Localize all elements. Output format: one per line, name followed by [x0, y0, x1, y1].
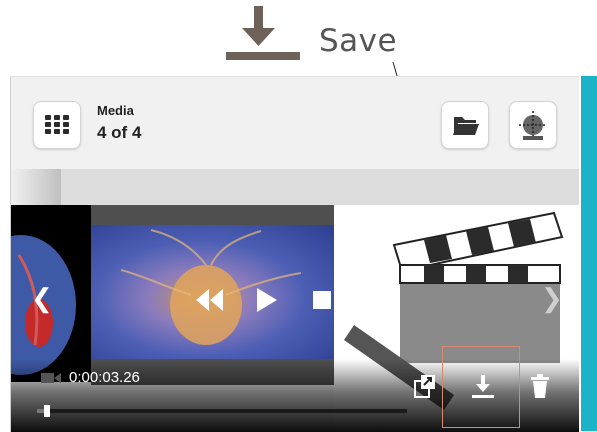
- progress-bar[interactable]: [37, 405, 407, 417]
- save-callout: Save: [222, 6, 422, 62]
- progress-handle[interactable]: [44, 405, 51, 417]
- chevron-right-icon[interactable]: ❯: [541, 283, 563, 314]
- stop-icon[interactable]: [309, 285, 335, 315]
- download-icon: [226, 6, 300, 60]
- video-camera-icon: [41, 373, 61, 383]
- play-icon[interactable]: [253, 285, 279, 315]
- media-count: 4 of 4: [97, 123, 142, 142]
- fast-forward-icon[interactable]: [365, 285, 395, 315]
- media-title: Media: [97, 103, 134, 118]
- playback-controls: [195, 285, 395, 315]
- rewind-icon[interactable]: [195, 285, 225, 315]
- timecode: 0:00:03.26: [69, 369, 140, 386]
- grid-icon: [45, 115, 69, 135]
- chevron-left-icon[interactable]: ❮: [31, 283, 53, 314]
- callout-label: Save: [319, 23, 398, 59]
- open-folder-button[interactable]: [441, 101, 489, 149]
- export-icon[interactable]: [411, 371, 441, 401]
- focus-target-button[interactable]: [509, 101, 557, 149]
- media-panel: Media 4 of 4 ❮ ❯ 0:00:03.26: [10, 76, 579, 432]
- grid-view-button[interactable]: [33, 101, 81, 149]
- media-separator-fade: [11, 169, 61, 205]
- trash-icon[interactable]: [525, 371, 555, 401]
- focus-target-icon: [519, 111, 547, 140]
- media-carousel[interactable]: ❮ ❯ 0:00:03.26: [11, 205, 579, 432]
- download-icon[interactable]: [468, 371, 498, 401]
- media-separator: [11, 169, 579, 205]
- folder-icon: [453, 117, 479, 135]
- accent-bar: [581, 76, 597, 431]
- progress-fill: [37, 409, 45, 413]
